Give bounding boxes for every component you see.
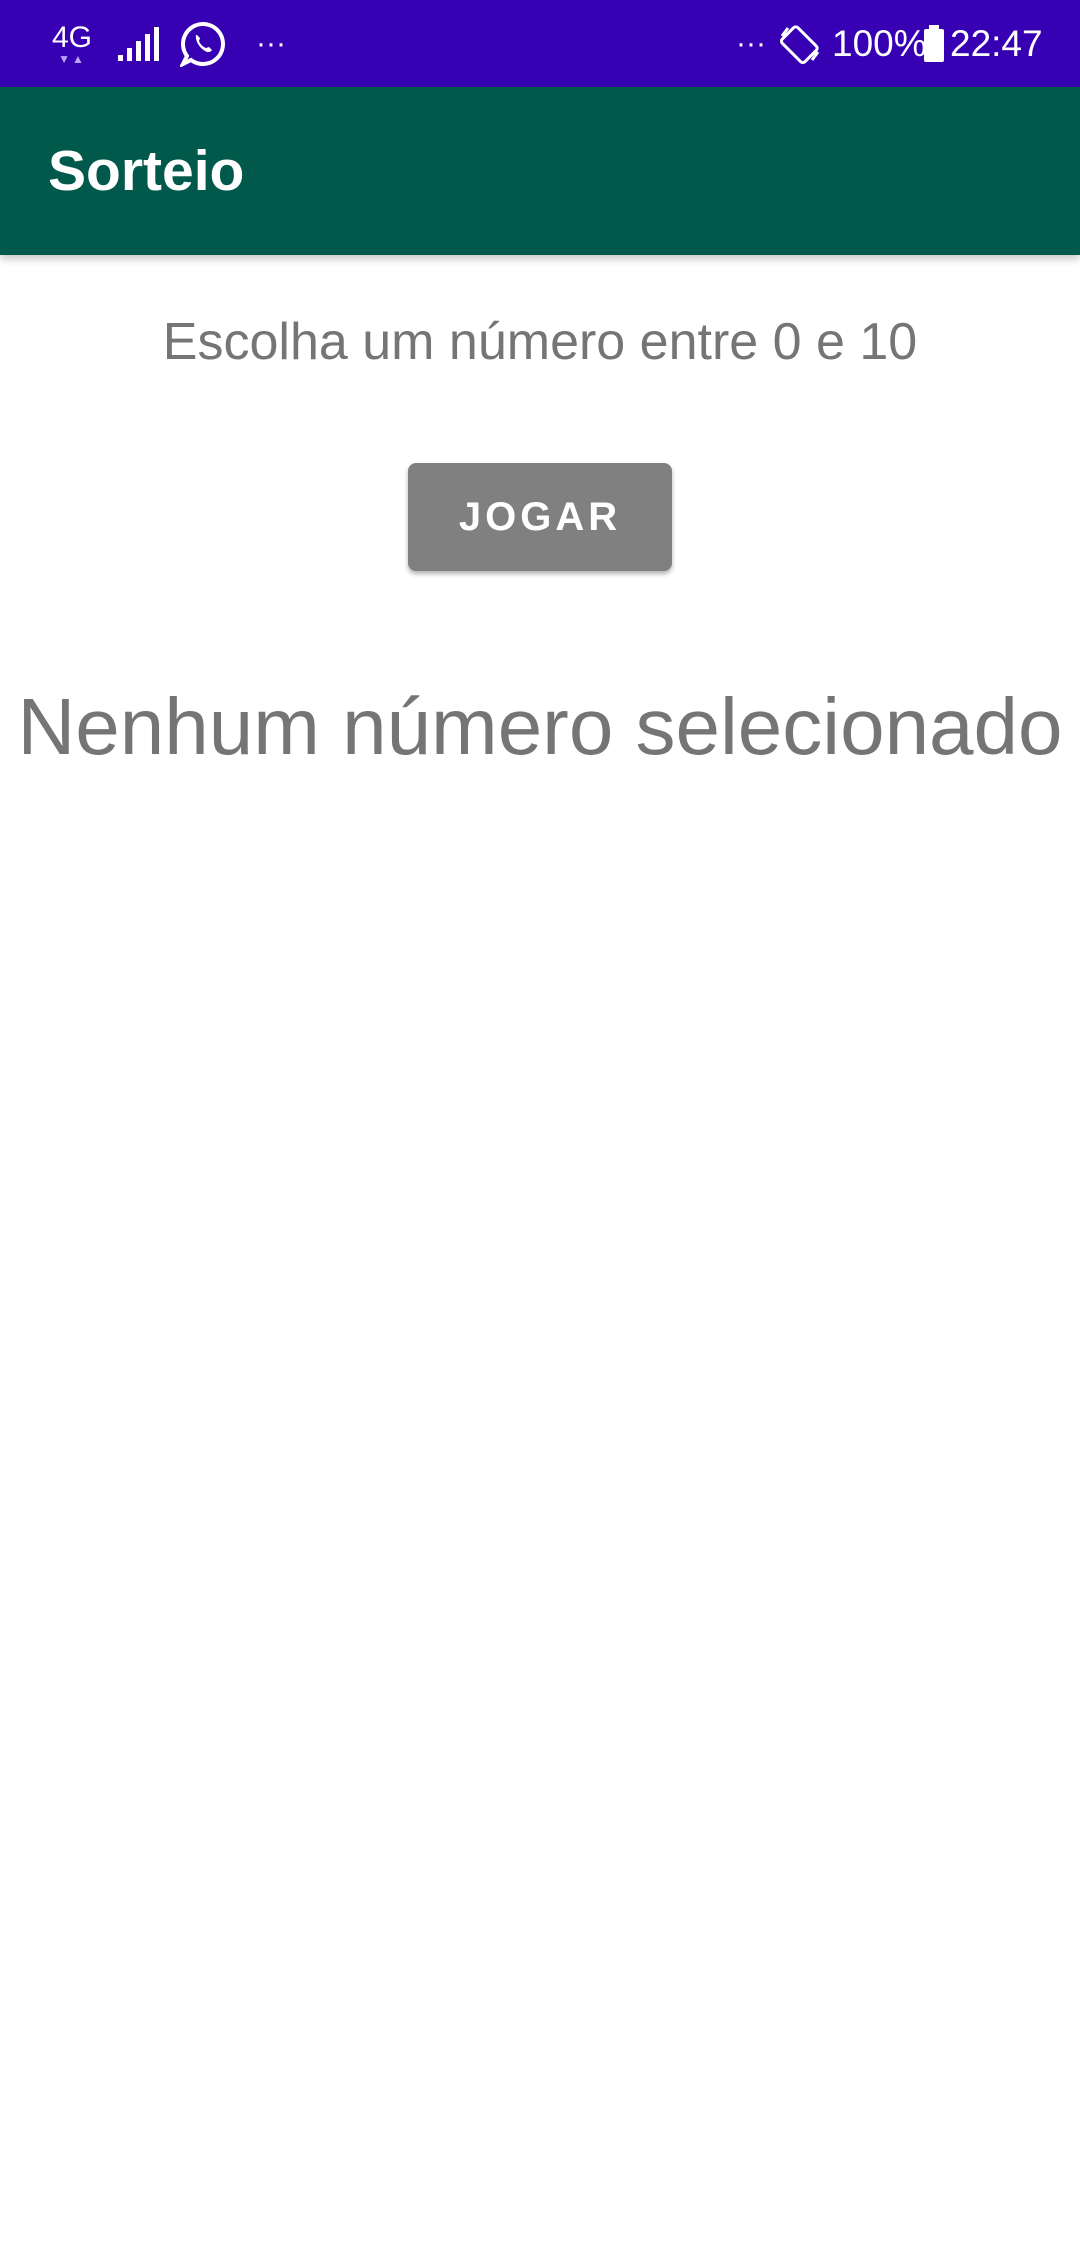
more-status-icon: ··· (736, 26, 766, 60)
result-text: Nenhum número selecionado (17, 682, 1063, 771)
battery-full-icon (923, 0, 945, 87)
data-activity-icon: ▼▲ (58, 51, 86, 66)
whatsapp-icon (180, 0, 226, 87)
network-type-indicator: 4G ▼▲ (52, 0, 92, 87)
app-title: Sorteio (48, 139, 245, 203)
app-bar: Sorteio (0, 87, 1080, 255)
play-button[interactable]: JOGAR (408, 463, 672, 571)
signal-bars-icon (118, 0, 160, 87)
status-clock: 22:47 (950, 22, 1043, 64)
battery-percent: 100% (832, 22, 927, 64)
status-bar: 4G ▼▲ ··· ··· 100% 22:47 (0, 0, 1080, 87)
prompt-text: Escolha um número entre 0 e 10 (162, 313, 918, 371)
more-notifications-icon: ··· (256, 26, 286, 60)
auto-rotate-icon (778, 0, 822, 87)
network-type-label: 4G (52, 20, 93, 54)
